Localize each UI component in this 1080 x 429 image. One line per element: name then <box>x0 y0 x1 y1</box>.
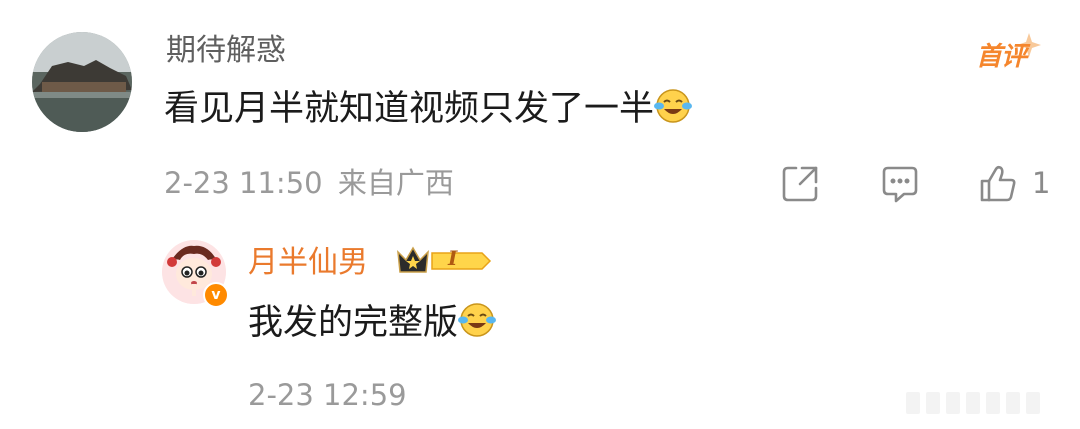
watermark <box>900 388 1060 418</box>
comment-location: 来自广西 <box>337 166 454 200</box>
fan-level-badge: I <box>396 244 492 282</box>
verified-badge-icon: v <box>203 282 229 308</box>
avatar[interactable] <box>32 32 132 132</box>
laughing-crying-emoji-icon <box>458 302 497 347</box>
like-count: 1 <box>1032 166 1051 200</box>
comment-username[interactable]: 期待解惑 <box>166 34 286 68</box>
share-icon[interactable] <box>778 162 822 206</box>
comment-meta: 2-23 11:50 来自广西 <box>164 166 454 200</box>
reply-timestamp: 2-23 12:59 <box>248 378 407 412</box>
comment-text: 看见月半就知道视频只发了一半 <box>164 88 693 133</box>
first-comment-badge: 首评 <box>972 32 1044 76</box>
comment-icon[interactable] <box>878 162 922 206</box>
comment-timestamp: 2-23 11:50 <box>164 166 323 200</box>
laughing-crying-emoji-icon <box>654 88 693 133</box>
reply-text-body: 我发的完整版 <box>248 303 459 343</box>
fan-level-label: I <box>448 246 458 270</box>
reply-username[interactable]: 月半仙男 <box>248 246 368 280</box>
first-comment-badge-label: 首评 <box>976 42 1027 72</box>
like-icon[interactable] <box>976 162 1020 206</box>
reply-text: 我发的完整版 <box>248 302 497 347</box>
comment-text-body: 看见月半就知道视频只发了一半 <box>164 89 655 129</box>
